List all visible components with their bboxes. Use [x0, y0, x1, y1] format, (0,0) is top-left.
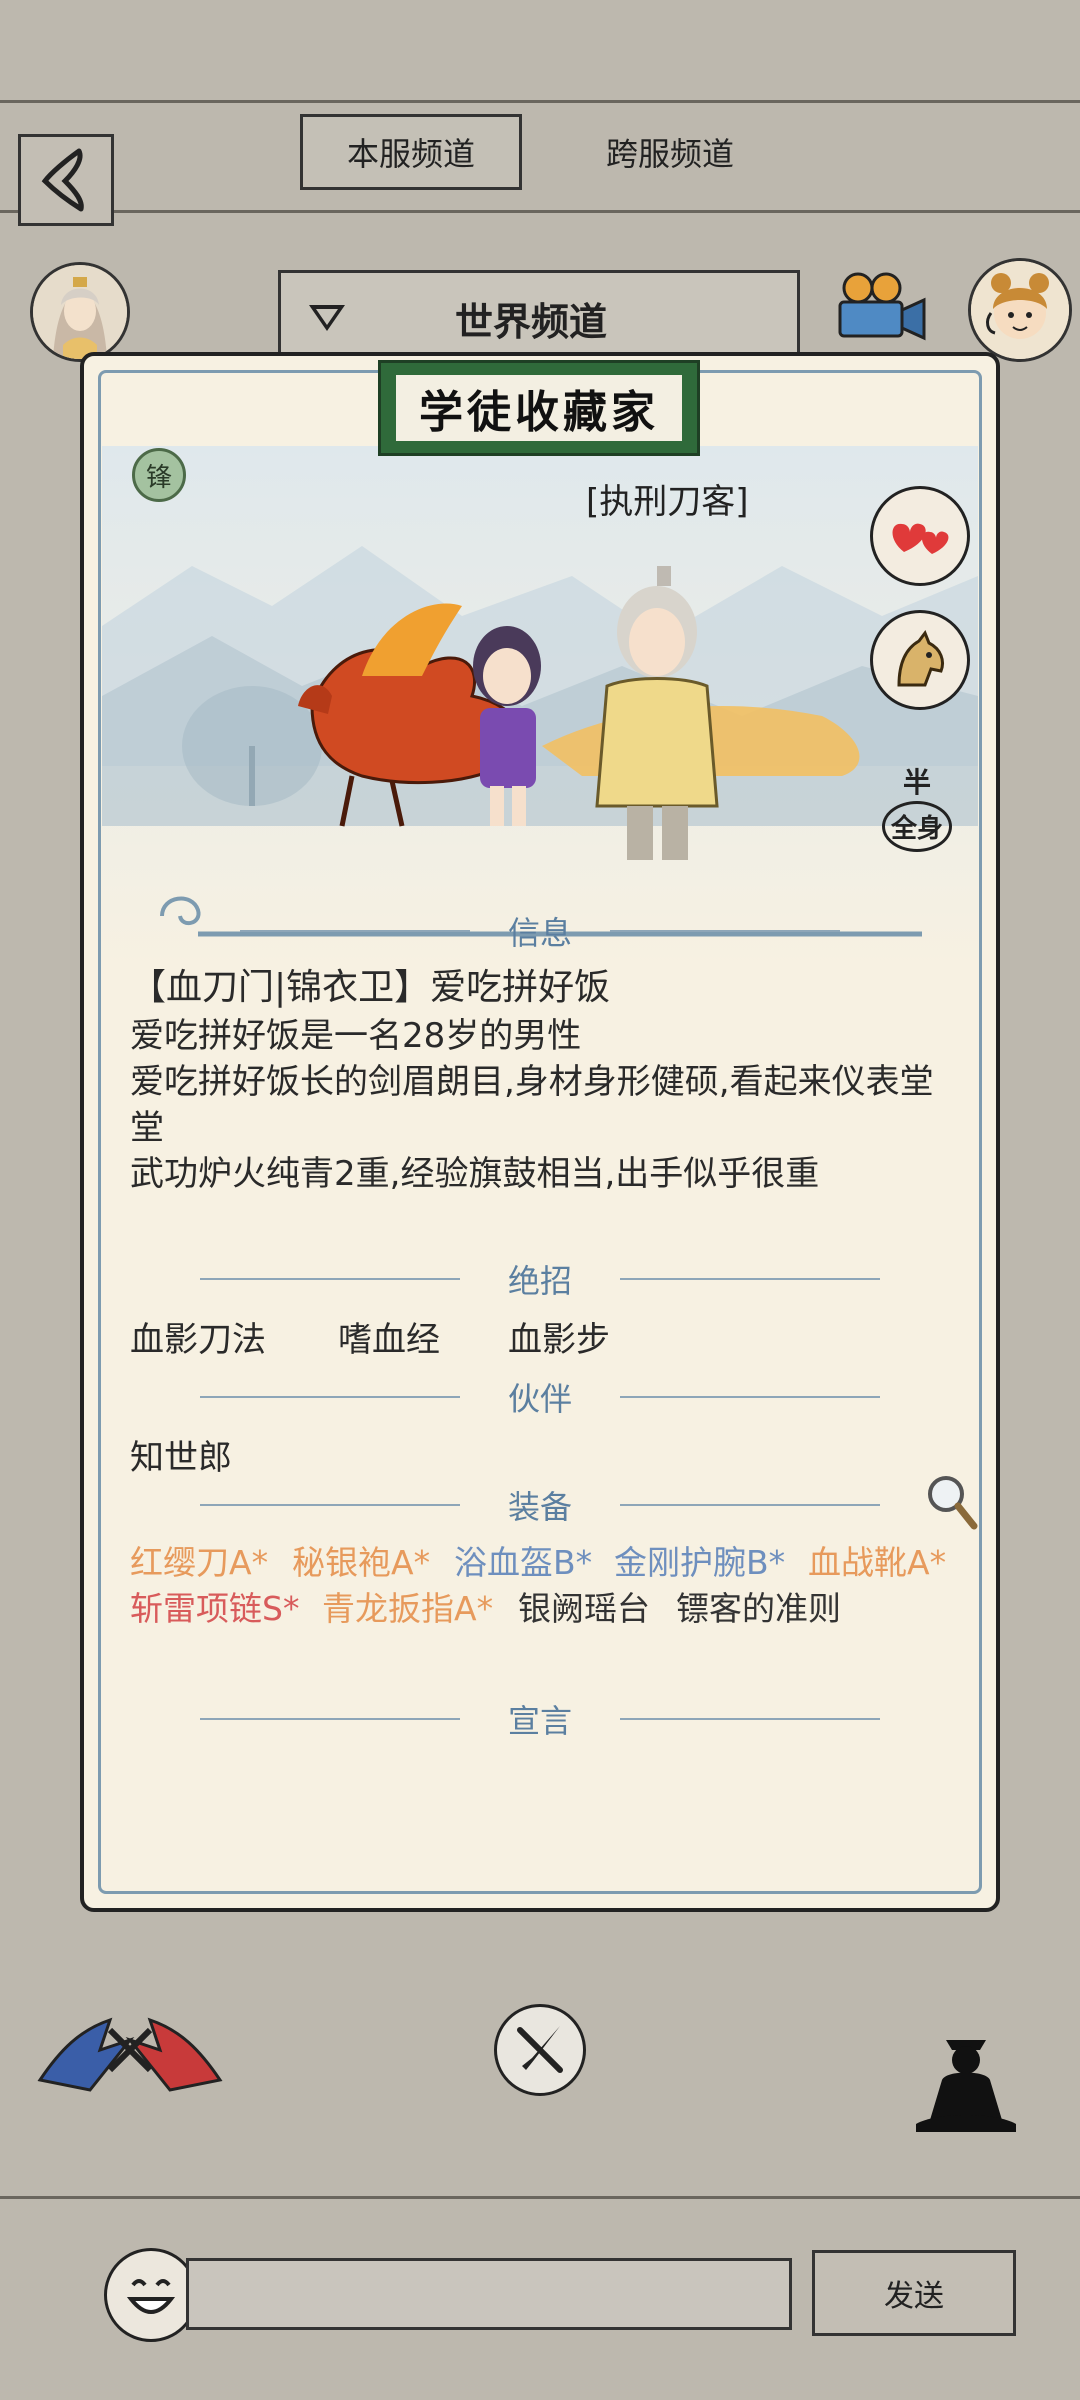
back-button[interactable] [18, 134, 114, 226]
channel-label: 世界频道 [455, 299, 608, 344]
view-mode-toggle[interactable]: 半 全身 [860, 756, 974, 856]
info-heading: 信息 [200, 906, 880, 956]
partner-name[interactable]: 知世郎 [130, 1430, 232, 1479]
customer-service-avatar[interactable] [968, 258, 1072, 362]
movie-camera-button[interactable] [830, 268, 930, 348]
equipment-item[interactable]: 浴血盔B* [454, 1536, 592, 1584]
skills-heading-label: 绝招 [507, 1262, 572, 1300]
send-button[interactable]: 发送 [812, 2250, 1016, 2336]
duel-icon [37, 2017, 223, 2092]
equipment-heading: 装备 [200, 1480, 880, 1530]
back-arrow-icon [41, 148, 84, 212]
divider [200, 1396, 460, 1398]
divider [620, 1396, 880, 1398]
nickname-tag: [执刑刀客] [586, 482, 749, 522]
mount-button[interactable] [870, 610, 970, 710]
tab-label: 本服频道 [346, 135, 475, 173]
faction-and-name: 【血刀门|锦衣卫】爱吃拼好饭 [130, 967, 611, 1008]
partner-heading: 伙伴 [200, 1372, 880, 1422]
equipment-item[interactable]: 红缨刀A* [130, 1536, 268, 1584]
title-plaque: 学徒收藏家 [378, 360, 700, 456]
laughing-face-icon [126, 2279, 176, 2314]
info-heading-label: 信息 [507, 914, 572, 952]
player-profile-card: 锋 [执刑刀客] 半 全身 [80, 352, 1000, 1912]
tab-label: 跨服频道 [605, 135, 734, 173]
info-line: 爱吃拼好饭是一名28岁的男性 [130, 1016, 582, 1056]
equipment-item[interactable]: 青龙扳指A* [322, 1582, 493, 1630]
declaration-heading: 宣言 [200, 1694, 880, 1744]
player-avatar[interactable] [30, 262, 130, 362]
equipment-item[interactable]: 秘银袍A* [292, 1536, 430, 1584]
declaration-heading-label: 宣言 [507, 1702, 572, 1740]
equipment-item[interactable]: 银阙瑶台 [518, 1582, 650, 1630]
rank-badge-label: 锋 [145, 462, 172, 493]
skill-item[interactable]: 血影步 [508, 1312, 610, 1361]
divider [620, 1718, 880, 1720]
emoji-button[interactable] [104, 2248, 198, 2342]
info-line: 武功炉火纯青2重,经验旗鼓相当,出手似乎很重 [130, 1154, 820, 1194]
info-line: 堂 [130, 1108, 164, 1148]
divider [200, 1504, 460, 1506]
magnifier-icon [928, 1476, 978, 1530]
duel-button[interactable] [30, 2000, 230, 2100]
divider [240, 930, 470, 932]
divider [200, 1718, 460, 1720]
chevron-down-icon [309, 305, 345, 331]
meditate-button[interactable] [906, 2020, 1026, 2140]
divider [620, 1504, 880, 1506]
equipment-item[interactable]: 斩雷项链S* [130, 1582, 299, 1630]
meditation-icon [916, 2040, 1016, 2132]
divider [0, 100, 1080, 103]
assistant-girl-icon [971, 261, 1069, 359]
half-body-label: 半 [902, 765, 931, 799]
partner-heading-label: 伙伴 [507, 1380, 572, 1418]
divider [0, 210, 1080, 213]
equipment-item[interactable]: 金刚护腕B* [614, 1536, 785, 1584]
skill-item[interactable]: 血影刀法 [130, 1312, 266, 1361]
divider [0, 2196, 1080, 2199]
crossed-swords-close-icon [517, 2026, 563, 2073]
like-button[interactable] [870, 486, 970, 586]
equipment-heading-label: 装备 [507, 1488, 572, 1526]
equipment-item[interactable]: 血战靴A* [808, 1536, 946, 1584]
close-card-button[interactable] [494, 2004, 586, 2096]
info-line: 爱吃拼好饭长的剑眉朗目,身材身形健硕,看起来仪表堂 [130, 1062, 934, 1102]
divider [200, 1278, 460, 1280]
horse-icon [897, 629, 944, 687]
divider [620, 1278, 880, 1280]
player-title: 学徒收藏家 [393, 372, 685, 444]
skill-item[interactable]: 嗜血经 [338, 1312, 440, 1361]
avatar-portrait-icon [33, 265, 127, 359]
inspect-equipment-button[interactable] [922, 1470, 980, 1534]
send-label: 发送 [884, 2279, 944, 2314]
hearts-icon [892, 523, 949, 554]
chat-input[interactable] [186, 2258, 792, 2330]
full-body-label: 全身 [881, 800, 952, 852]
skills-heading: 绝招 [200, 1254, 880, 1304]
tab-local-server[interactable]: 本服频道 [300, 114, 522, 190]
divider [610, 930, 840, 932]
tab-cross-server[interactable]: 跨服频道 [560, 114, 780, 190]
rank-badge: 锋 [132, 448, 186, 502]
movie-camera-icon [838, 272, 926, 341]
equipment-item[interactable]: 镖客的准则 [676, 1582, 841, 1630]
